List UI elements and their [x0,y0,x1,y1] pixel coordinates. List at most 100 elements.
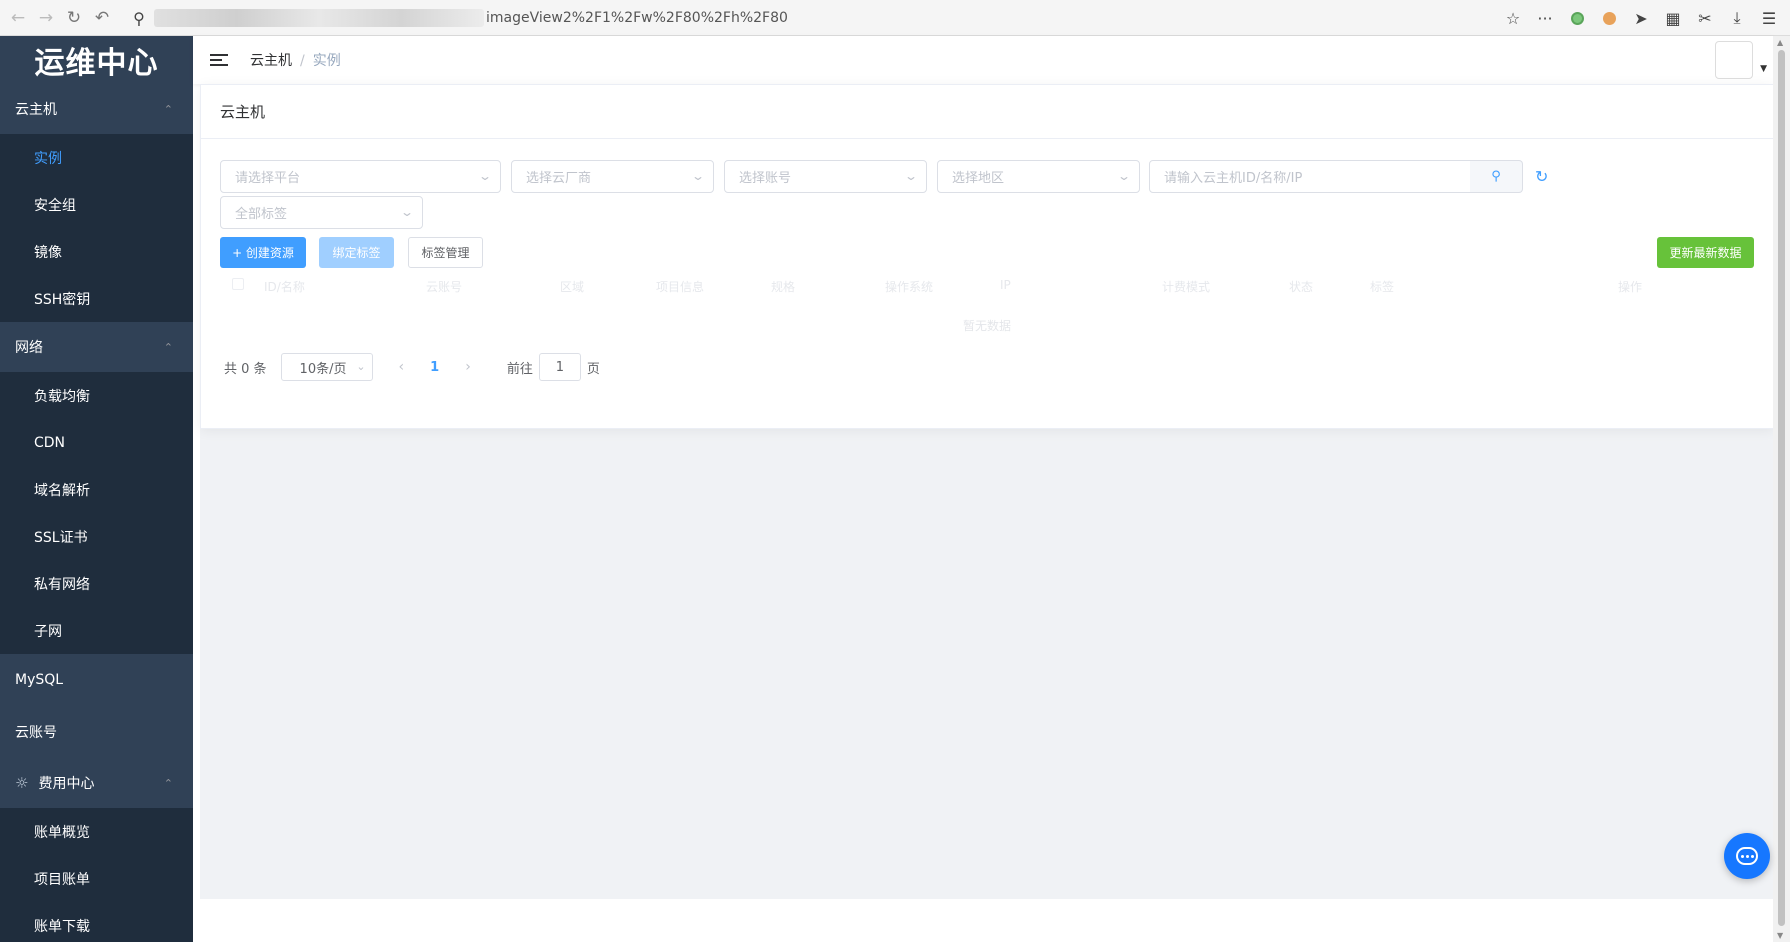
bind-tag-button[interactable]: 绑定标签 [319,237,394,268]
page-suffix: 页 [586,361,600,377]
scissors-icon[interactable]: ✂ [1694,7,1716,29]
create-resource-button[interactable]: + 创建资源 [220,237,306,268]
menu-group-billing-label: ☼ 费用中心 [15,773,94,793]
sidebar-item-ssl[interactable]: SSL证书 [0,513,193,560]
column-header: IP [1000,278,1011,292]
sidebar-item-ssh-key[interactable]: SSH密钥 [0,275,193,322]
sidebar-item-dns[interactable]: 域名解析 [0,466,193,513]
chevron-down-icon: ⌄ [903,169,919,183]
tag-manage-button[interactable]: 标签管理 [408,237,483,268]
column-header: 操作 [1618,280,1643,294]
caret-down-icon[interactable]: ▼ [1760,64,1767,74]
chevron-down-icon: ⌄ [1116,169,1132,183]
extension-green-icon[interactable] [1566,7,1588,29]
sidebar-item-cloud-account[interactable]: 云账号 [0,706,193,758]
goto-label: 前往 [506,361,533,377]
search-input-placeholder: 请输入云主机ID/名称/IP [1164,171,1303,186]
download-icon[interactable]: ⤓ [1726,7,1748,29]
sidebar-item-instance[interactable]: 实例 [0,134,193,181]
sidebar-item-bill-download[interactable]: 账单下载 [0,902,193,942]
search-button[interactable]: ⚲ [1470,160,1523,193]
sidebar-item-vpc[interactable]: 私有网络 [0,560,193,607]
sidebar-item-image[interactable]: 镜像 [0,228,193,275]
next-page-icon[interactable]: › [465,359,471,375]
menu-group-billing[interactable]: ☼ 费用中心 ⌃ [0,758,193,808]
scroll-thumb[interactable] [1778,50,1785,926]
forward-icon[interactable]: → [32,4,60,32]
gear-icon: ☼ [15,774,29,792]
sidebar-item-mysql[interactable]: MySQL [0,654,193,706]
search-input[interactable]: 请输入云主机ID/名称/IP [1149,160,1471,193]
pagination: 共 0 条 10条/页 ⌄ ‹ 1 › 前往 1 页 [224,353,600,381]
platform-select-placeholder: 请选择平台 [235,171,301,186]
account-select[interactable]: 选择账号 ⌄ [724,160,927,193]
refresh-data-button[interactable]: 更新最新数据 [1657,237,1754,268]
navbar: 云主机 / 实例 ▼ [193,36,1773,84]
sidebar-item-subnet[interactable]: 子网 [0,607,193,654]
chevron-up-icon: ⌃ [163,776,173,790]
chat-button[interactable] [1724,833,1770,879]
sidebar-item-load-balancer[interactable]: 负载均衡 [0,372,193,419]
menu-group-network[interactable]: 网络 ⌃ [0,322,193,372]
chevron-down-icon: ⌄ [356,360,366,373]
more-icon[interactable]: ··· [1534,7,1556,29]
menu-group-label: 云主机 [15,102,57,118]
chevron-up-icon: ⌃ [163,340,173,354]
page-number[interactable]: 1 [430,360,439,375]
address-bar[interactable]: ⚲ imageView2%2F1%2Fw%2F80%2Fh%2F80 [124,4,1564,32]
sidebar: 运维中心 云主机 ⌃ 实例 安全组 镜像 SSH密钥 网络 ⌃ 负载均衡 CDN… [0,36,193,942]
url-text: imageView2%2F1%2Fw%2F80%2Fh%2F80 [486,10,788,26]
sidebar-item-bill-overview[interactable]: 账单概览 [0,808,193,855]
search-icon: ⚲ [133,8,145,28]
column-header: 区域 [560,280,585,294]
breadcrumb: 云主机 / 实例 [250,50,341,70]
breadcrumb-separator: / [300,53,305,69]
grid-icon[interactable]: ▦ [1662,7,1684,29]
back-icon[interactable]: ← [4,4,32,32]
sub-menu-network: 负载均衡 CDN 域名解析 SSL证书 私有网络 子网 [0,372,193,654]
breadcrumb-item-cloud-host[interactable]: 云主机 [250,53,292,69]
prev-page-icon[interactable]: ‹ [399,359,405,375]
menu-group-label: 网络 [15,340,43,356]
menu-group-label: 费用中心 [38,776,95,792]
extension-orange-icon[interactable] [1598,7,1620,29]
scroll-down-icon[interactable]: ▼ [1777,931,1783,940]
table-header: ID/名称 云账号 区域 项目信息 规格 操作系统 IP 计费模式 状态 标签 … [218,271,1758,301]
breadcrumb-item-current: 实例 [312,53,341,69]
scroll-up-icon[interactable]: ▲ [1777,38,1783,47]
browser-toolbar: ← → ↻ ↶ ⚲ imageView2%2F1%2Fw%2F80%2Fh%2F… [0,0,1790,36]
menu-icon[interactable]: ☰ [1758,7,1780,29]
card-title: 云主机 [201,85,1773,139]
refresh-icon[interactable]: ↻ [1535,167,1548,186]
column-header: 计费模式 [1162,280,1211,294]
reload-icon[interactable]: ↻ [60,4,88,32]
logo: 运维中心 [34,46,159,81]
page-size-select[interactable]: 10条/页 ⌄ [280,353,373,381]
column-header: ID/名称 [264,280,305,294]
column-header: 操作系统 [885,280,934,294]
app-main: 云主机 请选择平台 ⌄ 选择云厂商 ⌄ 选择账号 ⌄ 选择地区 ⌄ 请输入云主机… [200,84,1774,899]
goto-page-input[interactable]: 1 [538,353,581,381]
search-icon: ⚲ [1491,169,1501,184]
sidebar-item-security-group[interactable]: 安全组 [0,181,193,228]
platform-select[interactable]: 请选择平台 ⌄ [220,160,501,193]
select-all-checkbox[interactable] [232,278,244,290]
send-icon[interactable]: ➤ [1630,7,1652,29]
tag-select[interactable]: 全部标签 ⌄ [220,196,423,229]
star-icon[interactable]: ☆ [1502,7,1524,29]
region-select[interactable]: 选择地区 ⌄ [937,160,1140,193]
account-select-placeholder: 选择账号 [739,171,792,186]
scrollbar[interactable]: ▲ ▼ [1773,36,1790,942]
browser-actions: ☆ ··· ➤ ▦ ✂ ⤓ ☰ [1502,4,1780,32]
sidebar-item-project-bill[interactable]: 项目账单 [0,855,193,902]
tag-select-placeholder: 全部标签 [235,207,288,222]
hamburger-icon[interactable] [210,51,228,69]
instance-card: 云主机 请选择平台 ⌄ 选择云厂商 ⌄ 选择账号 ⌄ 选择地区 ⌄ 请输入云主机… [200,84,1774,429]
region-select-placeholder: 选择地区 [952,171,1005,186]
chevron-down-icon: ⌄ [477,169,493,183]
vendor-select[interactable]: 选择云厂商 ⌄ [511,160,714,193]
sidebar-item-cdn[interactable]: CDN [0,419,193,466]
menu-group-cloud-host[interactable]: 云主机 ⌃ [0,84,193,134]
undo-icon[interactable]: ↶ [88,4,116,32]
avatar[interactable] [1715,41,1753,79]
